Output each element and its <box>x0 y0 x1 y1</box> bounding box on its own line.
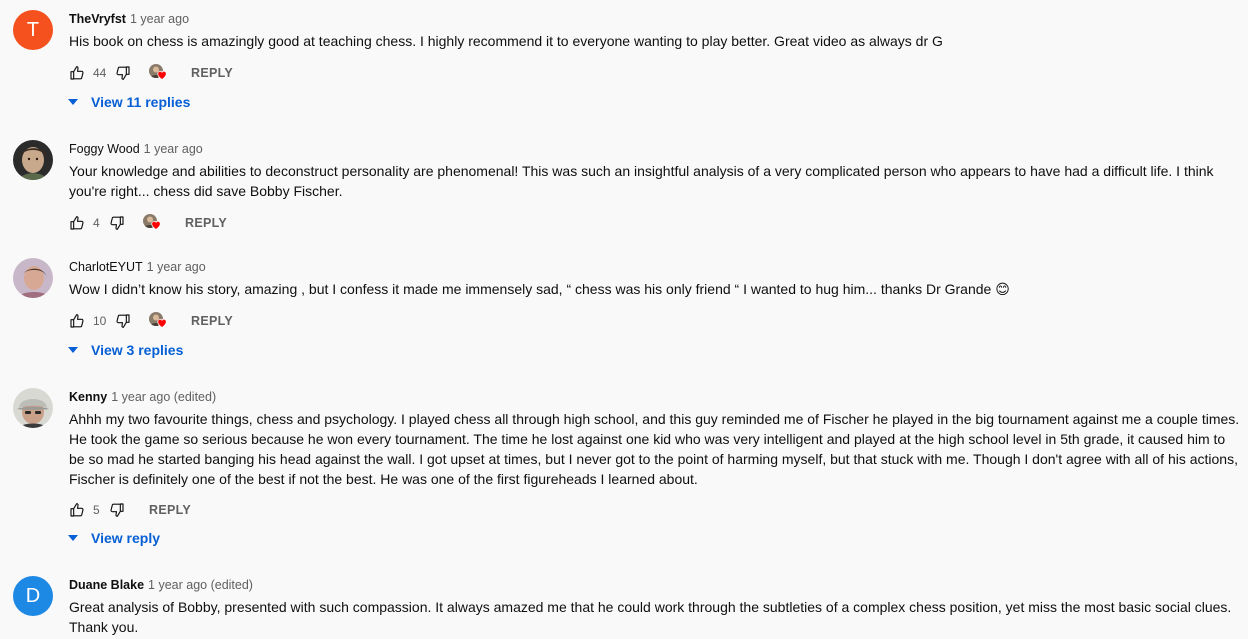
comment-text: His book on chess is amazingly good at t… <box>69 33 943 49</box>
avatar[interactable]: T <box>13 10 53 50</box>
comment-time[interactable]: 1 year ago <box>144 142 203 156</box>
comment-text: Your knowledge and abilities to deconstr… <box>69 163 1214 199</box>
thumb-up-icon[interactable] <box>69 502 85 518</box>
like-count: 44 <box>93 66 107 80</box>
person-photo-avatar <box>13 258 53 298</box>
author-name[interactable]: TheVryfst <box>69 12 126 26</box>
reply-button[interactable]: REPLY <box>149 503 191 517</box>
author-name[interactable]: Kenny <box>69 390 107 404</box>
view-replies-button[interactable]: View reply <box>66 530 160 546</box>
view-replies-button[interactable]: View 11 replies <box>66 94 190 110</box>
comment-text: Ahhh my two favourite things, chess and … <box>69 411 1240 487</box>
thumb-up-icon[interactable] <box>69 313 85 329</box>
creator-heart-icon <box>143 214 161 232</box>
comment-time[interactable]: 1 year ago (edited) <box>111 390 216 404</box>
comment-actions: 4 REPLY <box>69 213 227 233</box>
avatar-letter: T <box>26 18 40 41</box>
comment-text: Great analysis of Bobby, presented with … <box>69 599 1232 635</box>
like-count: 4 <box>93 216 100 230</box>
view-replies-label: View 3 replies <box>91 342 184 358</box>
person-photo-avatar <box>13 140 53 180</box>
avatar[interactable]: D <box>13 576 53 616</box>
thumb-up-icon[interactable] <box>69 215 85 231</box>
person-photo-avatar <box>13 388 53 428</box>
thumb-down-icon[interactable] <box>109 215 125 231</box>
thumb-down-icon[interactable] <box>109 502 125 518</box>
comment-header: Duane Blake 1 year ago (edited) <box>69 576 253 594</box>
comment-time[interactable]: 1 year ago <box>130 12 189 26</box>
comment-actions: 10 REPLY <box>69 311 233 331</box>
author-name[interactable]: Foggy Wood <box>69 142 140 156</box>
avatar[interactable] <box>13 140 53 180</box>
view-replies-label: View 11 replies <box>91 94 191 110</box>
like-count: 5 <box>93 503 100 517</box>
view-replies-label: View reply <box>91 530 161 546</box>
creator-heart-icon <box>149 64 167 82</box>
thumb-down-icon[interactable] <box>115 313 131 329</box>
reply-button[interactable]: REPLY <box>185 216 227 230</box>
author-name[interactable]: CharlotEYUT <box>69 260 143 274</box>
caret-down-icon <box>66 531 80 545</box>
comment-header: TheVryfst 1 year ago <box>69 10 189 28</box>
view-replies-button[interactable]: View 3 replies <box>66 342 183 358</box>
reply-button[interactable]: REPLY <box>191 66 233 80</box>
avatar-letter: D <box>25 584 41 607</box>
caret-down-icon <box>66 95 80 109</box>
creator-heart-icon <box>149 312 167 330</box>
comment-header: CharlotEYUT 1 year ago <box>69 258 206 276</box>
comment-actions: 44 REPLY <box>69 63 233 83</box>
comment-time[interactable]: 1 year ago <box>147 260 206 274</box>
avatar[interactable] <box>13 388 53 428</box>
comment-header: Kenny 1 year ago (edited) <box>69 388 216 406</box>
like-count: 10 <box>93 314 107 328</box>
comment-header: Foggy Wood 1 year ago <box>69 140 203 158</box>
author-name[interactable]: Duane Blake <box>69 578 144 592</box>
caret-down-icon <box>66 343 80 357</box>
comment-text: Wow I didn’t know his story, amazing , b… <box>69 281 1010 297</box>
comment-actions: 5 REPLY <box>69 500 191 520</box>
reply-button[interactable]: REPLY <box>191 314 233 328</box>
avatar[interactable] <box>13 258 53 298</box>
comment-time[interactable]: 1 year ago (edited) <box>148 578 253 592</box>
thumb-up-icon[interactable] <box>69 65 85 81</box>
thumb-down-icon[interactable] <box>115 65 131 81</box>
